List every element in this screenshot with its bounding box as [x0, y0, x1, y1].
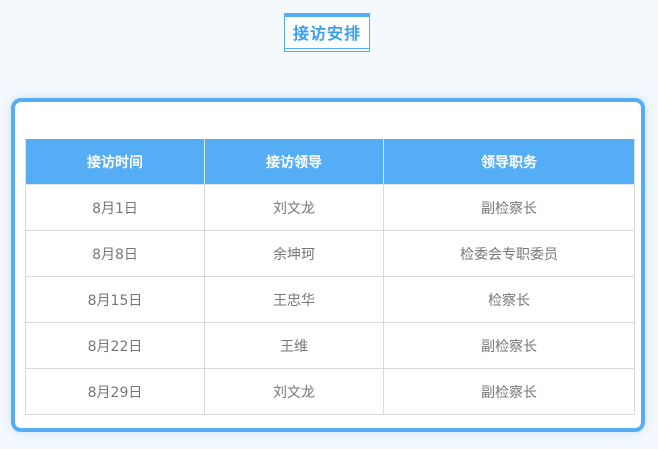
- cell-date: 8月8日: [25, 230, 205, 277]
- cell-leader: 刘文龙: [204, 368, 384, 415]
- cell-leader: 王忠华: [204, 276, 384, 323]
- schedule-table: 接访时间 接访领导 领导职务 8月1日 刘文龙 副检察长 8月8日 余坤珂 检委…: [25, 139, 635, 415]
- header-reception-leader: 接访领导: [204, 139, 384, 185]
- header-leader-position: 领导职务: [383, 139, 635, 185]
- cell-position: 检委会专职委员: [383, 230, 635, 277]
- table-row: 8月15日 王忠华 检察长: [25, 276, 635, 323]
- schedule-card: 接访时间 接访领导 领导职务 8月1日 刘文龙 副检察长 8月8日 余坤珂 检委…: [11, 98, 645, 432]
- table-header-row: 接访时间 接访领导 领导职务: [25, 139, 635, 185]
- cell-date: 8月1日: [25, 184, 205, 231]
- cell-leader: 王维: [204, 322, 384, 369]
- section-title: 接访安排: [292, 24, 361, 43]
- cell-date: 8月15日: [25, 276, 205, 323]
- cell-date: 8月29日: [25, 368, 205, 415]
- section-title-box: 接访安排: [284, 13, 370, 52]
- cell-date: 8月22日: [25, 322, 205, 369]
- table-row: 8月1日 刘文龙 副检察长: [25, 184, 635, 231]
- header-reception-time: 接访时间: [25, 139, 205, 185]
- table-row: 8月8日 余坤珂 检委会专职委员: [25, 230, 635, 277]
- table-row: 8月29日 刘文龙 副检察长: [25, 368, 635, 415]
- cell-position: 检察长: [383, 276, 635, 323]
- cell-position: 副检察长: [383, 368, 635, 415]
- cell-leader: 余坤珂: [204, 230, 384, 277]
- cell-position: 副检察长: [383, 184, 635, 231]
- cell-leader: 刘文龙: [204, 184, 384, 231]
- cell-position: 副检察长: [383, 322, 635, 369]
- table-row: 8月22日 王维 副检察长: [25, 322, 635, 369]
